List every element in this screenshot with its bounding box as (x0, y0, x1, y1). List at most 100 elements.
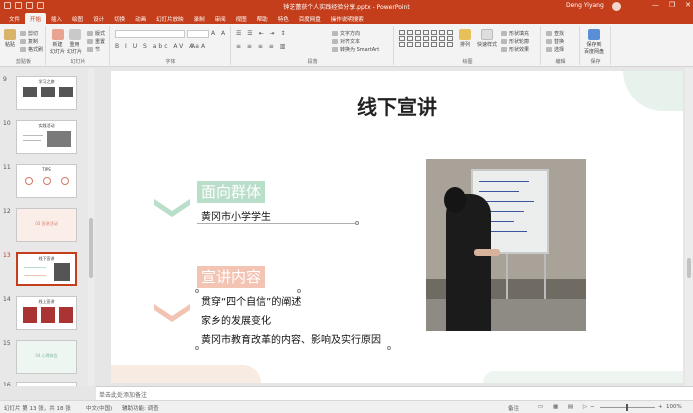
restore-button[interactable]: ❐ (669, 1, 675, 9)
shape-outline-button[interactable]: 形状轮廓 (501, 38, 529, 45)
new-slide-button[interactable]: 新建 幻灯片 (50, 29, 65, 55)
avatar[interactable] (612, 2, 621, 11)
font-color-buttons[interactable]: A A (191, 43, 207, 50)
font-format-buttons[interactable]: B I U S abc AV Aa (115, 43, 201, 50)
thumbnail-slide-9[interactable]: 学习之旅 (16, 76, 77, 110)
content-line-3[interactable]: 黄冈市教育改革的内容、影响及实行原因 (201, 331, 381, 346)
find-button[interactable]: 查找 (546, 30, 564, 37)
slide-counter: 幻灯片 第 13 张，共 18 张 (4, 406, 71, 412)
tell-me-search[interactable]: 操作说明搜索 (326, 13, 369, 24)
select-button[interactable]: 选择 (546, 46, 564, 53)
font-name-combobox[interactable] (115, 30, 185, 38)
zoom-out-icon[interactable]: − (590, 404, 595, 410)
thumbnails-scrollbar[interactable] (88, 68, 94, 386)
thumbnail-slide-15[interactable]: 04 心得体会 (16, 340, 77, 374)
thumbnail-slide-12[interactable]: 03 宣讲活动 (16, 208, 77, 242)
minimize-button[interactable]: — (652, 1, 659, 9)
font-size-combobox[interactable] (187, 30, 209, 38)
reuse-slide-button[interactable]: 重用 幻灯片 (67, 29, 82, 55)
view-buttons[interactable]: ▭ ▦ ▤ ▷ (538, 404, 591, 410)
brush-icon (20, 47, 26, 52)
paste-button[interactable]: 粘贴 (4, 29, 16, 48)
replace-button[interactable]: 替换 (546, 38, 564, 45)
language-indicator[interactable]: 中文(中国) (86, 404, 112, 412)
tab-animations[interactable]: 动画 (130, 13, 151, 24)
text-direction-button[interactable]: 文字方向 (332, 30, 360, 37)
group-editing: 查找 替换 选择 编辑 (542, 26, 580, 65)
scrollbar-thumb[interactable] (89, 218, 93, 278)
slide-thumbnails-pane: 9 学习之旅 10 实践活动 11 TIPS 12 03 宣讲活动 13 线下宣… (0, 68, 95, 386)
content-line-2[interactable]: 家乡的发展变化 (201, 312, 271, 327)
arrange-button[interactable]: 排列 (459, 29, 471, 48)
layout-button[interactable]: 版式 (87, 30, 105, 37)
quick-styles-button[interactable]: 快速样式 (477, 29, 497, 48)
tab-design[interactable]: 设计 (88, 13, 109, 24)
cloud-icon (588, 29, 600, 40)
tab-baidu[interactable]: 百度网盘 (294, 13, 326, 24)
tab-transitions[interactable]: 切换 (109, 13, 130, 24)
resize-handle[interactable] (387, 346, 391, 350)
save-to-baidu-button[interactable]: 保存到 百度网盘 (584, 29, 604, 55)
thumbnail-slide-13[interactable]: 线下宣讲 (16, 252, 77, 286)
paint-bucket-icon (501, 31, 507, 36)
slide-title[interactable]: 线下宣讲 (111, 91, 683, 120)
resize-handle[interactable] (355, 221, 359, 225)
presenter (446, 194, 491, 331)
notes-toggle-button[interactable]: 备注 (508, 404, 519, 412)
reset-icon (87, 39, 93, 44)
zoom-in-icon[interactable]: + (658, 404, 663, 410)
new-slide-icon (51, 29, 64, 40)
section-label-audience[interactable]: 面向群体 (197, 181, 266, 203)
slide-editor: 线下宣讲 面向群体 黄冈市小学学生 宣讲内容 贯穿“四个自信”的阐述 家乡的发展… (96, 68, 693, 386)
zoom-slider-knob[interactable] (626, 404, 628, 411)
thumbnail-slide-14[interactable]: 线上宣讲 (16, 296, 77, 330)
tab-home[interactable]: 开始 (25, 13, 47, 24)
title-bar: 钟芝蕾获个人实践经验分享.pptx - PowerPoint Deng Yiya… (0, 0, 693, 13)
close-button[interactable]: ✕ (685, 1, 691, 9)
lecture-photo[interactable] (426, 159, 586, 331)
accessibility-indicator[interactable]: 辅助功能: 调查 (122, 404, 159, 412)
arrange-icon (459, 29, 471, 40)
reset-button[interactable]: 重置 (87, 38, 105, 45)
tab-record[interactable]: 录制 (189, 13, 210, 24)
format-painter-button[interactable]: 格式刷 (20, 46, 43, 53)
tab-draw[interactable]: 绘图 (67, 13, 88, 24)
cut-button[interactable]: 剪切 (20, 30, 38, 37)
shapes-gallery[interactable] (399, 30, 454, 47)
tab-review[interactable]: 审阅 (210, 13, 231, 24)
zoom-level[interactable]: 100% (666, 404, 682, 410)
resize-handle[interactable] (195, 289, 199, 293)
thumbnail-slide-16[interactable] (16, 382, 77, 386)
content-line-1[interactable]: 贯穿“四个自信”的阐述 (201, 293, 301, 308)
alignment-buttons[interactable]: ≡ ≡ ≡ ≡ ▥ (236, 43, 287, 50)
current-slide[interactable]: 线下宣讲 面向群体 黄冈市小学学生 宣讲内容 贯穿“四个自信”的阐述 家乡的发展… (111, 71, 683, 383)
thumb-number: 13 (3, 252, 11, 259)
smartart-button[interactable]: 转换为 SmartArt (332, 46, 379, 53)
section-label-content[interactable]: 宣讲内容 (197, 266, 266, 288)
font-size-grow-shrink[interactable]: A A (211, 30, 227, 37)
shape-effects-button[interactable]: 形状效果 (501, 46, 529, 53)
tab-insert[interactable]: 插入 (46, 13, 67, 24)
editor-scrollbar[interactable] (685, 68, 693, 386)
resize-handle[interactable] (195, 346, 199, 350)
tab-slideshow[interactable]: 幻灯片放映 (151, 13, 189, 24)
tab-help[interactable]: 帮助 (252, 13, 273, 24)
align-text-icon (332, 39, 338, 44)
tab-file[interactable]: 文件 (4, 13, 25, 24)
list-buttons[interactable]: ☰ ☰ ⇤ ⇥ ↕ (236, 30, 287, 37)
thumbnail-slide-11[interactable]: TIPS (16, 164, 77, 198)
user-name[interactable]: Deng Yiyang (566, 2, 604, 9)
copy-button[interactable]: 复制 (20, 38, 38, 45)
layout-icon (87, 31, 93, 36)
align-text-button[interactable]: 对齐文本 (332, 38, 360, 45)
tab-featured[interactable]: 特色 (273, 13, 294, 24)
section-button[interactable]: 节 (87, 46, 100, 53)
scrollbar-thumb[interactable] (687, 258, 691, 278)
audience-text[interactable]: 黄冈市小学学生 (201, 208, 271, 223)
scissors-icon (20, 31, 26, 36)
notes-placeholder[interactable]: 单击此处添加备注 (99, 390, 147, 399)
shape-fill-button[interactable]: 形状填充 (501, 30, 529, 37)
notes-pane[interactable]: 单击此处添加备注 (96, 386, 693, 400)
thumbnail-slide-10[interactable]: 实践活动 (16, 120, 77, 154)
tab-view[interactable]: 视图 (231, 13, 252, 24)
